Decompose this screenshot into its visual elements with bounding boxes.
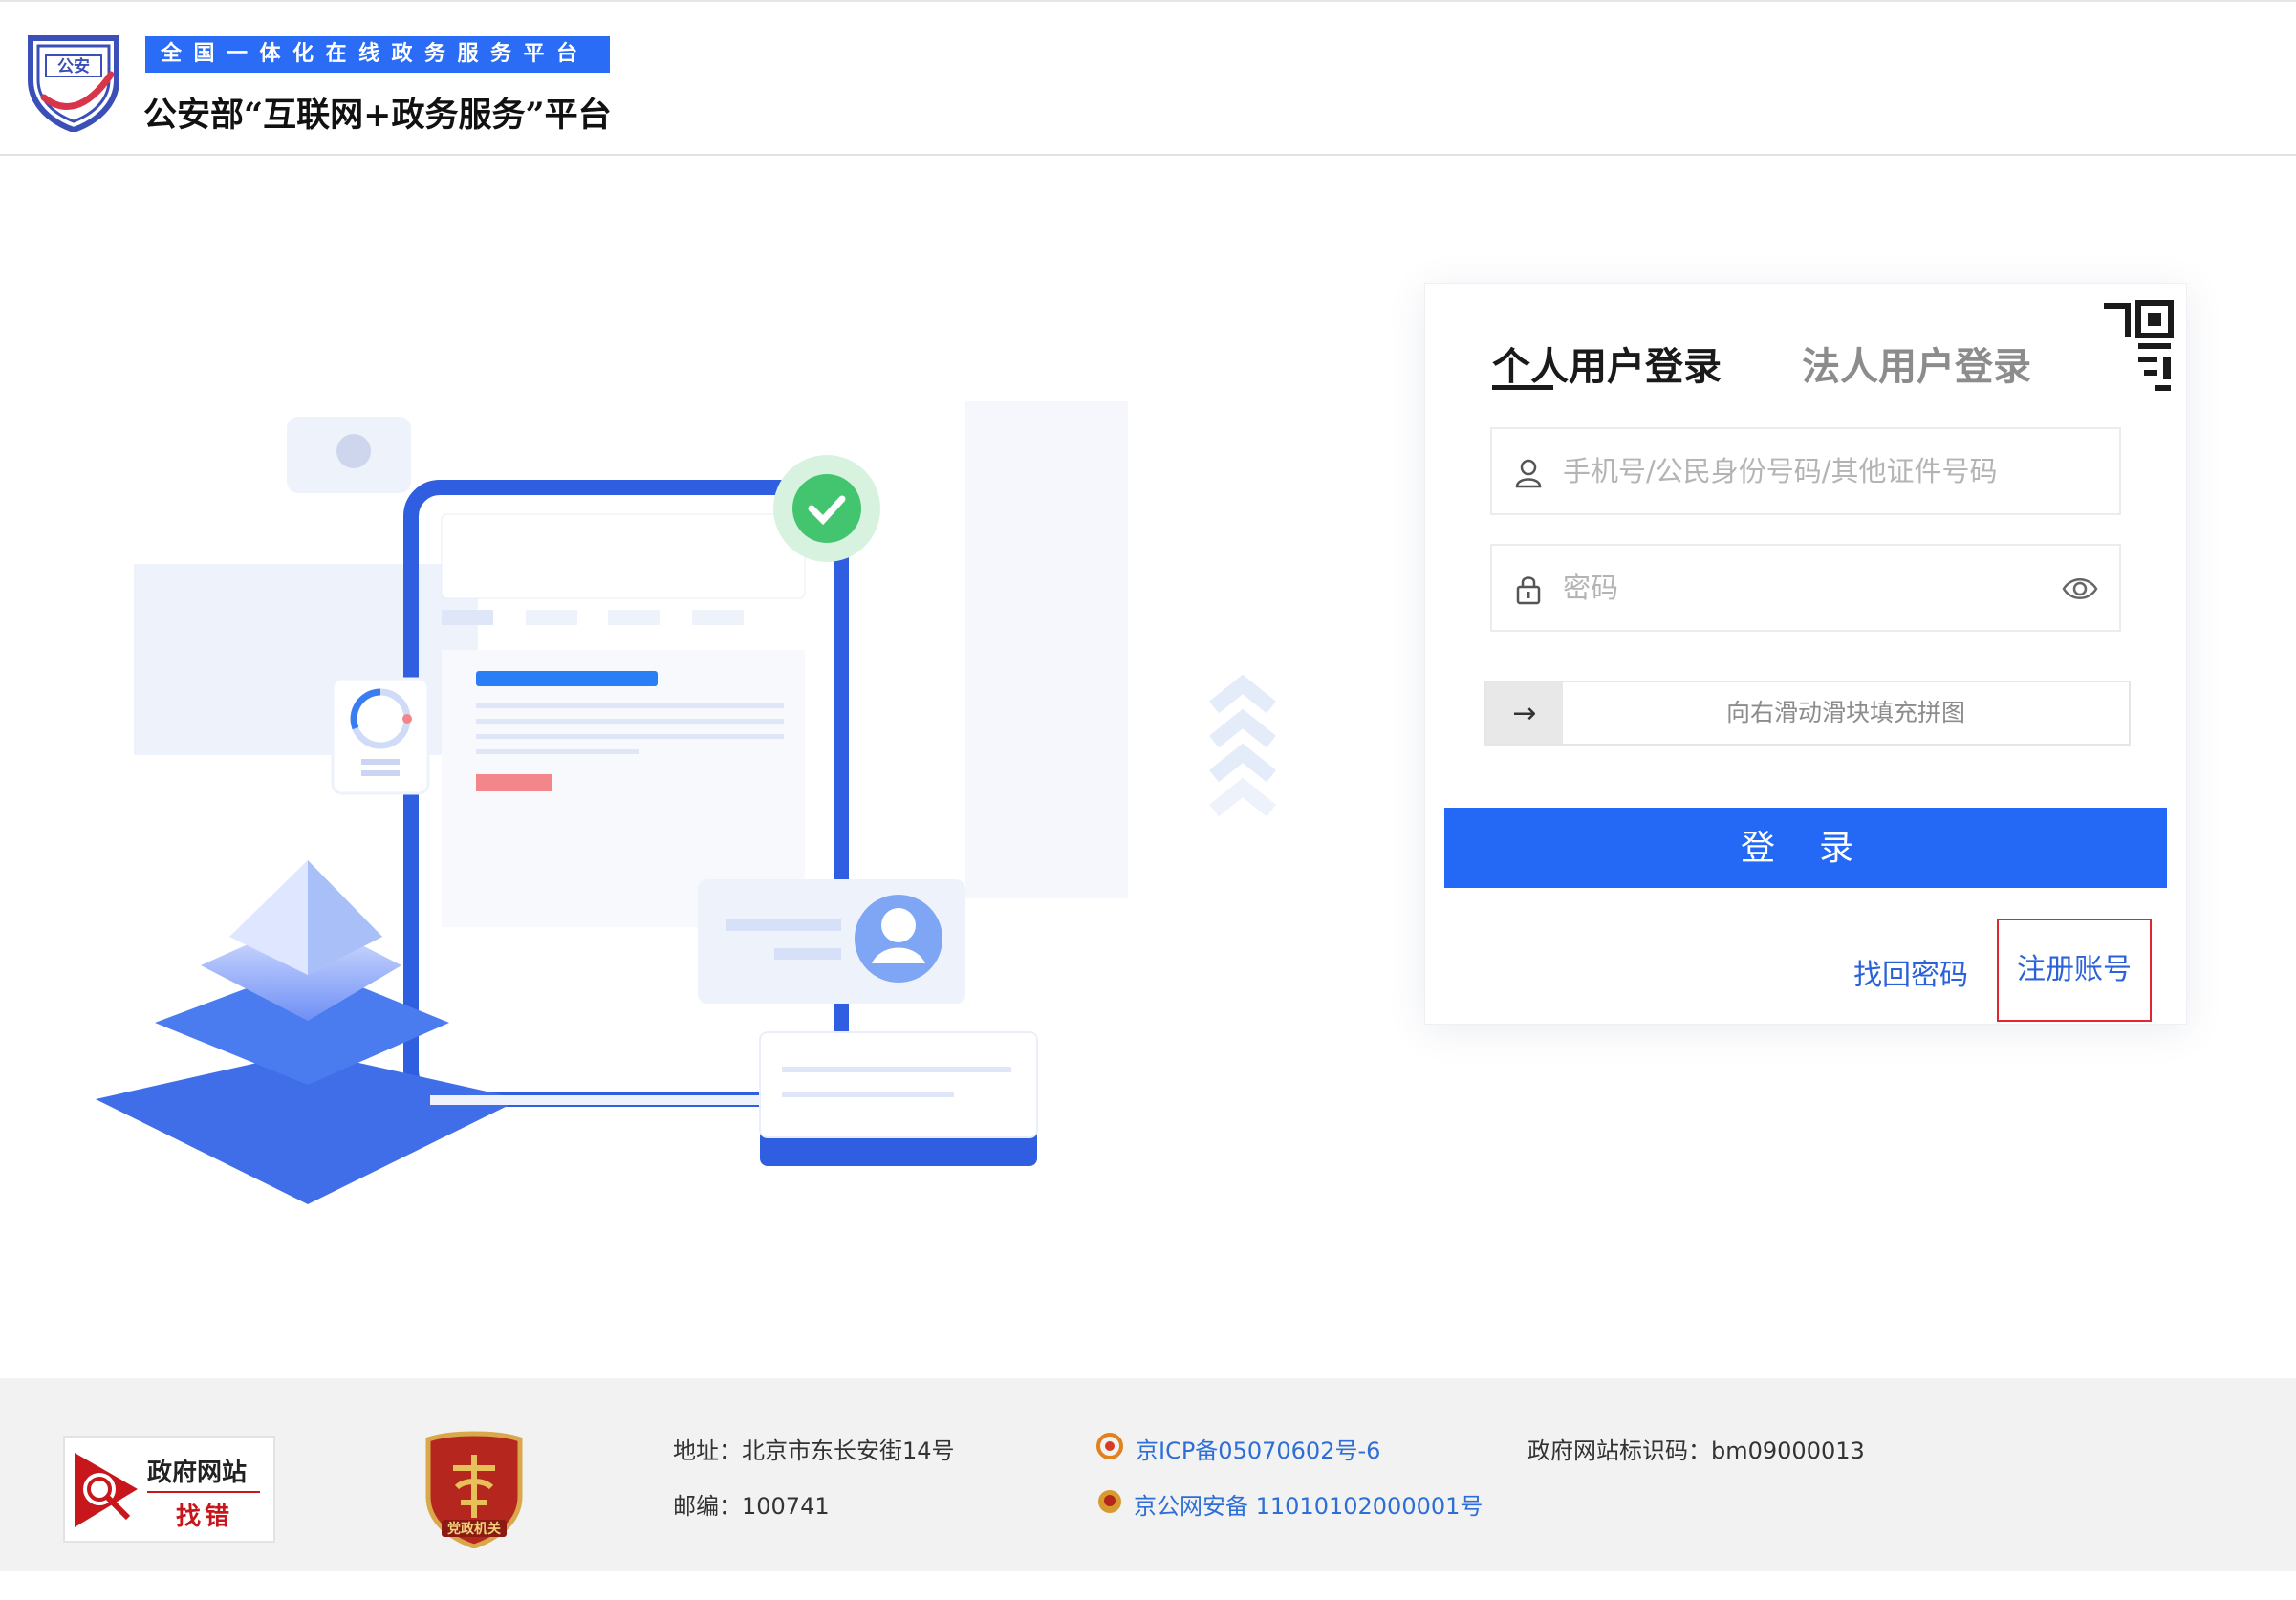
icp-emblem-icon — [1096, 1433, 1123, 1459]
party-gov-badge-icon[interactable]: 党政机关 — [422, 1430, 526, 1548]
police-shield-logo: 公安 — [28, 35, 119, 132]
police-record-link[interactable]: 京公网安备 11010102000001号 — [1134, 1487, 1483, 1521]
logo-text: 公安 — [57, 56, 90, 76]
forgot-password-link[interactable]: 找回密码 — [1853, 951, 1968, 993]
find-error-divider — [147, 1491, 260, 1493]
register-account-link[interactable]: 注册账号 — [1997, 919, 2152, 1022]
password-field — [1490, 544, 2121, 632]
active-tab-indicator — [1492, 385, 1553, 390]
footer-postcode: 邮编：100741 — [673, 1493, 830, 1520]
login-button[interactable]: 登 录 — [1444, 808, 2167, 888]
site-title: 公安部“互联网+政务服务”平台 — [143, 96, 612, 135]
lock-icon — [1516, 576, 1541, 605]
site-header: 公安 全国一体化在线政务服务平台 公安部“互联网+政务服务”平台 — [0, 0, 2296, 156]
party-badge-text: 党政机关 — [447, 1521, 501, 1537]
password-input[interactable] — [1563, 546, 2079, 630]
find-error-subtitle: 找错 — [176, 1503, 234, 1531]
show-password-eye-icon[interactable] — [2062, 574, 2098, 603]
gov-site-code: 政府网站标识码：bm09000013 — [1527, 1438, 1865, 1464]
captcha-slider: → 向右滑动滑块填充拼图 — [1484, 681, 2131, 746]
icp-record-link[interactable]: 京ICP备05070602号-6 — [1136, 1432, 1380, 1465]
username-field — [1490, 427, 2121, 515]
police-record-emblem-icon — [1098, 1490, 1121, 1513]
gov-site-find-error-badge[interactable]: 政府网站 找错 — [63, 1436, 275, 1543]
qr-code-icon[interactable] — [2045, 284, 2186, 425]
find-error-title: 政府网站 — [147, 1459, 248, 1487]
login-page: 公安 全国一体化在线政务服务平台 公安部“互联网+政务服务”平台 个人用户登录 … — [0, 0, 2296, 1600]
slider-handle[interactable]: → — [1486, 682, 1563, 744]
platform-ribbon: 全国一体化在线政务服务平台 — [145, 36, 610, 73]
footer-address: 地址：北京市东长安街14号 — [673, 1438, 955, 1464]
site-footer: 政府网站 找错 党政机关 地址：北京市东长安街14号 邮编：100741 京IC… — [0, 1378, 2296, 1571]
magnifier-icon — [75, 1453, 138, 1527]
slider-hint: 向右滑动滑块填充拼图 — [1725, 699, 1965, 726]
tab-corporate-login[interactable]: 法人用户登录 — [1802, 335, 2031, 391]
tab-personal-login[interactable]: 个人用户登录 — [1492, 335, 1722, 391]
username-input[interactable] — [1563, 429, 2079, 513]
user-icon — [1515, 459, 1542, 488]
hero-illustration — [96, 401, 1276, 1204]
login-card: 个人用户登录 法人用户登录 → 向右滑动滑块填充拼图 — [1424, 283, 2187, 1025]
